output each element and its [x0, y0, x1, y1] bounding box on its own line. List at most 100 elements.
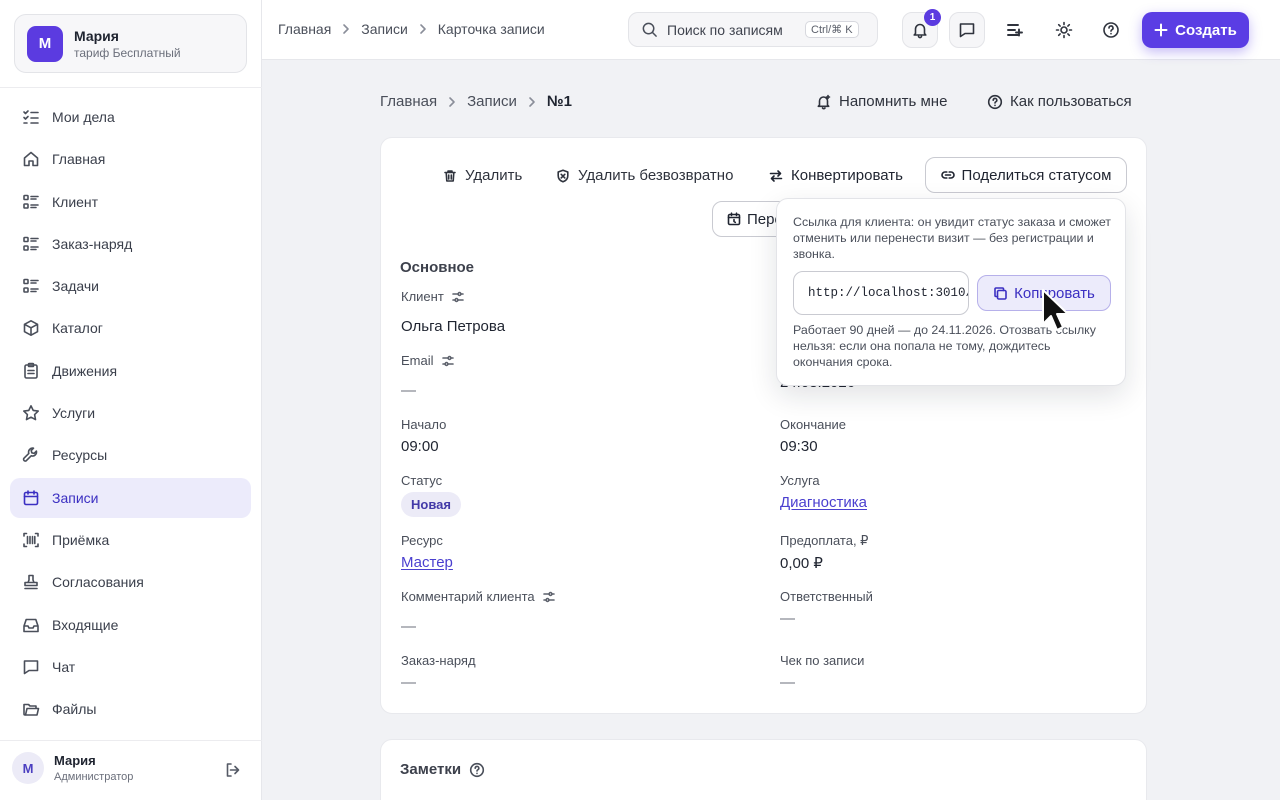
chevron-right-icon — [445, 95, 459, 109]
breadcrumb-current: №1 — [546, 93, 572, 110]
breadcrumb-records[interactable]: Записи — [361, 21, 407, 37]
sidebar-item-label: Чат — [52, 658, 76, 675]
stamp-icon — [22, 573, 40, 591]
field-label-text: Комментарий клиента — [401, 589, 535, 604]
sidebar-item-client[interactable]: Клиент — [10, 182, 251, 222]
sidebar-item-label: Мои дела — [52, 109, 115, 125]
sidebar-item-tasks[interactable]: Задачи — [10, 266, 251, 306]
field-label-email: Email — [401, 353, 454, 368]
help-button[interactable] — [1093, 12, 1129, 48]
sliders-icon[interactable] — [434, 355, 454, 367]
remind-me-button[interactable]: Напомнить мне — [816, 93, 947, 110]
field-link-resource[interactable]: Мастер — [401, 554, 453, 571]
calendar-clock-icon — [727, 212, 747, 226]
sidebar-item-label: Заказ-наряд — [52, 235, 133, 252]
org-name: Мария — [74, 27, 119, 44]
field-label-service: Услуга — [780, 473, 820, 488]
field-value-receipt: — — [780, 674, 795, 691]
field-link-service[interactable]: Диагностика — [780, 494, 867, 511]
home-icon — [22, 150, 40, 168]
divider — [0, 740, 262, 741]
chat-icon — [22, 658, 40, 676]
add-to-list-button[interactable] — [997, 12, 1033, 48]
field-label-text: Клиент — [401, 289, 444, 304]
sidebar-item-label: Приёмка — [52, 531, 110, 548]
swap-icon — [769, 169, 791, 183]
notifications-button[interactable]: 1 — [902, 9, 941, 48]
convert-label: Конвертировать — [791, 167, 903, 184]
field-value-work-order: — — [401, 674, 416, 691]
remind-me-label: Напомнить мне — [839, 93, 948, 110]
how-to-use-link[interactable]: Как пользоваться — [987, 93, 1132, 110]
share-link-input[interactable] — [793, 271, 969, 315]
breadcrumb-home[interactable]: Главная — [380, 93, 437, 110]
sidebar-item-receiving[interactable]: Приёмка — [10, 520, 251, 560]
sidebar-item-label: Файлы — [52, 701, 97, 718]
user-profile[interactable]: М Мария Администратор — [12, 752, 133, 784]
delete-forever-label: Удалить безвозвратно — [578, 167, 734, 184]
sidebar-item-label: Услуги — [52, 405, 96, 422]
share-status-button[interactable]: Поделиться статусом — [925, 157, 1127, 193]
sidebar-item-label: Клиент — [52, 193, 99, 210]
delete-button[interactable]: Удалить — [443, 167, 522, 184]
field-label-end: Окончание — [780, 417, 847, 432]
breadcrumb-home[interactable]: Главная — [278, 21, 331, 37]
shield-x-icon — [556, 168, 578, 183]
sidebar-item-home[interactable]: Главная — [10, 139, 251, 179]
field-value-end: 09:30 — [780, 438, 818, 455]
sidebar: М Мария тариф Бесплатный Мои дела Главна… — [0, 0, 262, 800]
chevron-right-icon — [416, 22, 430, 36]
delete-forever-button[interactable]: Удалить безвозвратно — [556, 167, 733, 184]
copy-icon — [993, 286, 1014, 301]
sidebar-nav: Мои дела Главная Клиент Заказ-наряд Зада… — [10, 97, 251, 731]
sidebar-item-resources[interactable]: Ресурсы — [10, 435, 251, 475]
chevron-right-icon — [339, 22, 353, 36]
help-circle-icon[interactable] — [461, 762, 485, 778]
chevron-right-icon — [525, 95, 539, 109]
notification-badge: 1 — [924, 9, 941, 26]
sidebar-item-label: Ресурсы — [52, 447, 108, 464]
how-to-use-label: Как пользоваться — [1010, 93, 1132, 110]
field-label-client: Клиент — [401, 289, 464, 304]
field-label-prepay: Предоплата, ₽ — [780, 533, 869, 548]
theme-toggle-button[interactable] — [1046, 12, 1082, 48]
breadcrumb-records[interactable]: Записи — [467, 93, 517, 110]
barcode-icon — [22, 531, 40, 549]
bell-plus-icon — [816, 94, 839, 110]
org-switcher[interactable]: М Мария тариф Бесплатный — [14, 14, 247, 73]
share-status-label: Поделиться статусом — [961, 166, 1112, 184]
help-circle-icon — [987, 94, 1010, 110]
messages-button[interactable] — [949, 12, 985, 48]
sidebar-item-catalog[interactable]: Каталог — [10, 308, 251, 348]
sidebar-item-records[interactable]: Записи — [10, 477, 251, 518]
convert-button[interactable]: Конвертировать — [769, 167, 903, 184]
sidebar-item-work-order[interactable]: Заказ-наряд — [10, 224, 251, 264]
search-input[interactable] — [667, 21, 799, 38]
org-plan: тариф Бесплатный — [74, 45, 181, 60]
sliders-icon[interactable] — [444, 291, 464, 303]
link-icon — [940, 168, 962, 182]
field-value-client: Ольга Петрова — [401, 318, 506, 335]
search-box[interactable]: Ctrl/⌘ K — [628, 12, 878, 47]
topbar: Главная Записи Карточка записи Ctrl/⌘ K … — [262, 0, 1280, 60]
sliders-icon[interactable] — [535, 591, 555, 603]
list-icon — [22, 193, 40, 211]
sidebar-item-chat[interactable]: Чат — [10, 647, 251, 687]
sidebar-item-services[interactable]: Услуги — [10, 393, 251, 433]
divider — [0, 87, 262, 88]
sidebar-item-approvals[interactable]: Согласования — [10, 562, 251, 602]
sidebar-item-files[interactable]: Файлы — [10, 689, 251, 729]
logout-icon[interactable] — [224, 761, 242, 779]
sidebar-item-label: Согласования — [52, 574, 144, 591]
share-status-popover: Ссылка для клиента: он увидит статус зак… — [776, 198, 1126, 386]
org-avatar: М — [27, 25, 63, 62]
create-button[interactable]: Создать — [1142, 12, 1249, 48]
star-icon — [22, 404, 40, 422]
search-shortcut: Ctrl/⌘ K — [805, 21, 859, 38]
sidebar-item-inbox[interactable]: Входящие — [10, 605, 251, 645]
checklist-icon — [22, 108, 40, 126]
inbox-icon — [22, 616, 40, 634]
sidebar-item-my-tasks[interactable]: Мои дела — [10, 97, 251, 137]
list-icon — [22, 277, 40, 295]
sidebar-item-movements[interactable]: Движения — [10, 351, 251, 391]
